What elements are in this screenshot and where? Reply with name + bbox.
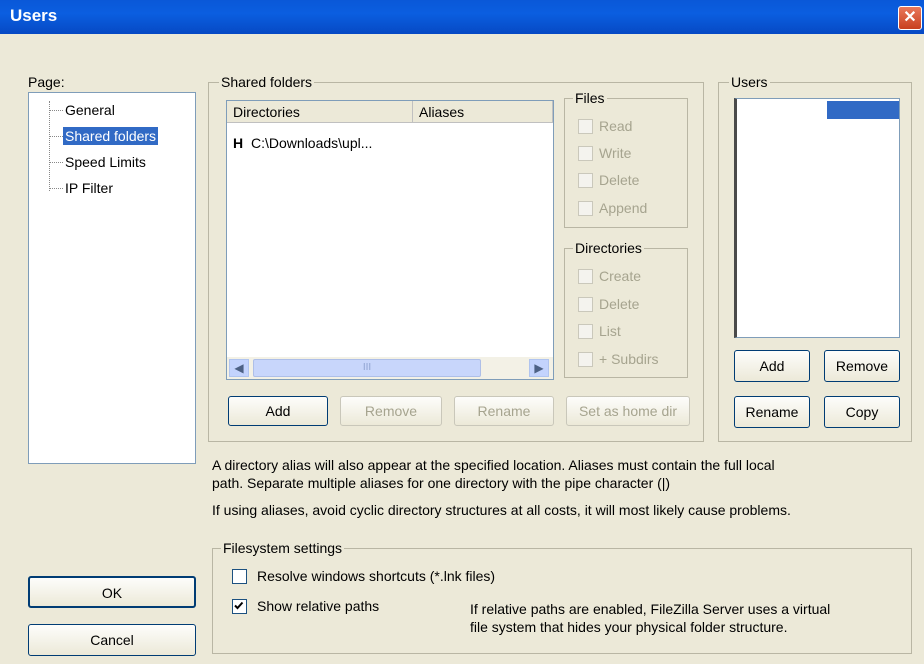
rename-folder-button[interactable]: Rename: [454, 396, 554, 426]
selected-user-row[interactable]: [827, 101, 899, 119]
users-list[interactable]: [734, 98, 900, 338]
column-header-directories[interactable]: Directories: [227, 101, 413, 123]
filesystem-legend: Filesystem settings: [221, 540, 345, 556]
add-user-button[interactable]: Add: [734, 350, 810, 382]
read-checkbox[interactable]: Read: [578, 118, 632, 134]
window-title: Users: [10, 6, 58, 25]
remove-folder-button[interactable]: Remove: [340, 396, 442, 426]
remove-user-button[interactable]: Remove: [824, 350, 900, 382]
add-folder-button[interactable]: Add: [228, 396, 328, 426]
relative-paths-note: If relative paths are enabled, FileZilla…: [470, 601, 831, 635]
alias-info-line2: path. Separate multiple aliases for one …: [212, 475, 671, 491]
scroll-thumb[interactable]: III: [253, 359, 481, 377]
copy-user-button[interactable]: Copy: [824, 396, 900, 428]
show-relative-paths-checkbox[interactable]: Show relative paths: [232, 598, 379, 614]
file-delete-checkbox[interactable]: Delete: [578, 172, 639, 188]
page-tree[interactable]: General Shared folders Speed Limits IP F…: [28, 92, 196, 464]
set-home-dir-button[interactable]: Set as home dir: [566, 396, 690, 426]
checkmark-icon: [234, 601, 244, 609]
tree-item-ip-filter[interactable]: IP Filter: [63, 179, 115, 197]
list-checkbox[interactable]: List: [578, 323, 621, 339]
horizontal-scrollbar[interactable]: ◀ III ▶: [227, 357, 553, 379]
append-checkbox[interactable]: Append: [578, 200, 647, 216]
subdirs-checkbox[interactable]: + Subdirs: [578, 351, 659, 367]
table-row[interactable]: H C:\Downloads\upl...: [233, 135, 372, 151]
ok-button[interactable]: OK: [28, 576, 196, 608]
alias-info: A directory alias will also appear at th…: [212, 456, 912, 492]
scroll-right-icon[interactable]: ▶: [529, 359, 549, 377]
tree-item-speed-limits[interactable]: Speed Limits: [63, 153, 148, 171]
users-legend: Users: [729, 74, 770, 90]
create-checkbox[interactable]: Create: [578, 268, 641, 284]
folders-list[interactable]: Directories Aliases H C:\Downloads\upl..…: [226, 100, 554, 380]
tree-connector: [49, 101, 50, 191]
dir-delete-checkbox[interactable]: Delete: [578, 296, 639, 312]
home-dir-marker: H: [233, 135, 244, 151]
tree-item-shared-folders[interactable]: Shared folders: [63, 127, 159, 145]
page-label: Page:: [28, 74, 65, 90]
tree-item-general[interactable]: General: [63, 101, 117, 119]
write-checkbox[interactable]: Write: [578, 145, 631, 161]
cancel-button[interactable]: Cancel: [28, 624, 196, 656]
rename-user-button[interactable]: Rename: [734, 396, 810, 428]
shared-folders-legend: Shared folders: [219, 74, 315, 90]
title-bar: Users ✕: [0, 0, 924, 34]
resolve-shortcuts-checkbox[interactable]: Resolve windows shortcuts (*.lnk files): [232, 568, 495, 584]
files-legend: Files: [573, 90, 607, 106]
alias-warning: If using aliases, avoid cyclic directory…: [212, 502, 791, 518]
scroll-left-icon[interactable]: ◀: [229, 359, 249, 377]
alias-info-line1: A directory alias will also appear at th…: [212, 457, 775, 473]
column-header-aliases[interactable]: Aliases: [413, 101, 553, 123]
row-directory: C:\Downloads\upl...: [251, 135, 373, 151]
directories-legend: Directories: [573, 240, 644, 256]
close-icon[interactable]: ✕: [898, 6, 922, 30]
